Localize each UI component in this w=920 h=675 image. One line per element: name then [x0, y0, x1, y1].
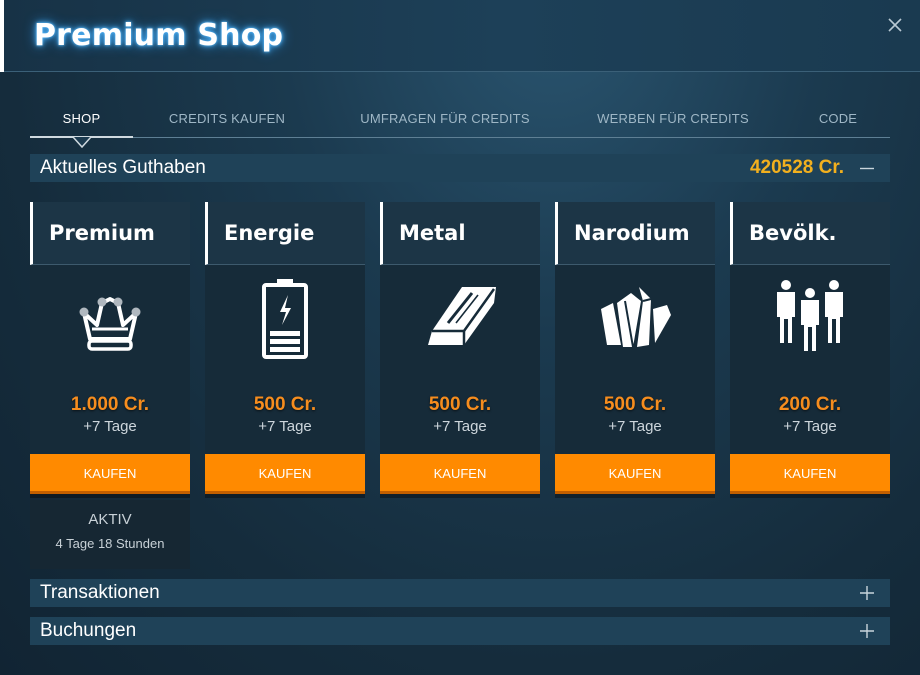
active-tab-caret-icon [72, 137, 91, 149]
buy-bevoelkerung-button[interactable]: KAUFEN [730, 454, 890, 494]
card-body: 1.000 Cr. +7 Tage [30, 265, 190, 454]
header-accent [0, 0, 4, 72]
card-price: 500 Cr. [603, 394, 667, 415]
section-label: Buchungen [40, 620, 137, 641]
card-header: Energie [205, 202, 365, 265]
people-icon [730, 279, 890, 359]
card-duration: +7 Tage [433, 418, 487, 435]
card-price: 200 Cr. [778, 394, 842, 415]
card-body: 500 Cr. +7 Tage [555, 265, 715, 454]
button-shadow [205, 494, 365, 498]
tab-bar: SHOP CREDITS KAUFEN UMFRAGEN FÜR CREDITS… [30, 100, 890, 149]
shop-card-narodium: Narodium 500 Cr. +7 Tage KAUFEN [555, 202, 715, 498]
window-header: Premium Shop [0, 0, 920, 72]
premium-remaining-time: 4 Tage 18 Stunden [55, 536, 165, 551]
card-title: Premium [49, 221, 155, 245]
card-header: Narodium [555, 202, 715, 265]
tab-label: UMFRAGEN FÜR CREDITS [360, 111, 530, 126]
card-title: Metal [399, 221, 466, 245]
tab-code[interactable]: CODE [810, 100, 866, 137]
card-title: Energie [224, 221, 315, 245]
balance-amount: 420528 Cr. [749, 157, 844, 178]
button-shadow [730, 494, 890, 498]
tab-label: CODE [818, 111, 858, 126]
shop-card-premium: Premium 1.000 Cr. +7 Tage KAUFEN [30, 202, 190, 498]
button-shadow [380, 494, 540, 498]
card-price: 1.000 Cr. [70, 394, 150, 415]
plus-icon[interactable] [860, 624, 874, 638]
card-header: Premium [30, 202, 190, 265]
card-price: 500 Cr. [428, 394, 492, 415]
card-title: Narodium [574, 221, 690, 245]
card-price: 500 Cr. [253, 394, 317, 415]
tab-label: CREDITS KAUFEN [168, 111, 286, 126]
premium-status-box: AKTIV 4 Tage 18 Stunden [30, 500, 190, 569]
tab-credits-kaufen[interactable]: CREDITS KAUFEN [155, 100, 299, 137]
bookings-section[interactable]: Buchungen [30, 617, 890, 645]
window-title: Premium Shop [34, 18, 284, 53]
card-header: Metal [380, 202, 540, 265]
buy-energie-button[interactable]: KAUFEN [205, 454, 365, 494]
battery-icon [205, 279, 365, 359]
balance-bar[interactable]: Aktuelles Guthaben 420528 Cr. [30, 154, 890, 182]
card-body: 500 Cr. +7 Tage [205, 265, 365, 454]
shop-card-energie: Energie 500 Cr. +7 Tage KAUFEN [205, 202, 365, 498]
close-icon[interactable] [884, 14, 906, 36]
button-shadow [555, 494, 715, 498]
transactions-section[interactable]: Transaktionen [30, 579, 890, 607]
card-title: Bevölk. [749, 221, 837, 245]
buy-premium-button[interactable]: KAUFEN [30, 454, 190, 494]
tab-label: WERBEN FÜR CREDITS [597, 111, 749, 126]
metal-bar-icon [380, 279, 540, 359]
tab-label: SHOP [62, 111, 101, 126]
shop-card-metal: Metal 500 Cr. +7 Tage KAUFEN [380, 202, 540, 498]
plus-icon[interactable] [860, 586, 874, 600]
minus-icon[interactable] [860, 161, 874, 175]
balance-label: Aktuelles Guthaben [40, 157, 206, 178]
card-body: 500 Cr. +7 Tage [380, 265, 540, 454]
card-header: Bevölk. [730, 202, 890, 265]
crown-icon [30, 279, 190, 359]
premium-status-label: AKTIV [88, 511, 132, 528]
tab-werben-fuer-credits[interactable]: WERBEN FÜR CREDITS [586, 100, 760, 137]
tab-shop[interactable]: SHOP [30, 100, 133, 149]
card-body: 200 Cr. +7 Tage [730, 265, 890, 454]
tab-umfragen-fuer-credits[interactable]: UMFRAGEN FÜR CREDITS [345, 100, 545, 137]
button-shadow [30, 494, 190, 498]
crystal-icon [555, 279, 715, 359]
card-duration: +7 Tage [83, 418, 137, 435]
card-duration: +7 Tage [608, 418, 662, 435]
card-duration: +7 Tage [783, 418, 837, 435]
card-duration: +7 Tage [258, 418, 312, 435]
buy-narodium-button[interactable]: KAUFEN [555, 454, 715, 494]
shop-card-bevoelkerung: Bevölk. 200 Cr. +7 Tage KAUFEN [730, 202, 890, 498]
section-label: Transaktionen [40, 582, 160, 603]
buy-metal-button[interactable]: KAUFEN [380, 454, 540, 494]
